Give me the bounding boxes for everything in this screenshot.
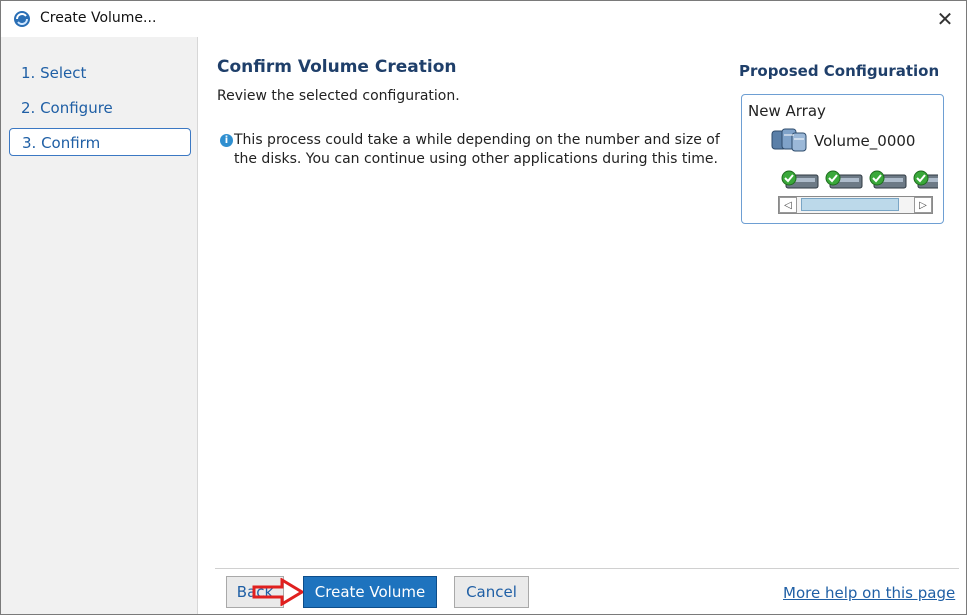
step-configure[interactable]: 2. Configure: [9, 94, 191, 122]
window-title: Create Volume...: [40, 10, 157, 26]
step-confirm[interactable]: 3. Confirm: [9, 128, 191, 156]
page-subtitle: Review the selected configuration.: [217, 88, 460, 104]
disk-check-icon: [869, 170, 907, 189]
volume-icon: [771, 128, 807, 152]
disk-list: [780, 169, 938, 191]
proposed-configuration-panel: New Array Volume_0000 ◁ ▷: [741, 94, 944, 224]
wizard-steps-sidebar: 1. Select 2. Configure 3. Confirm: [1, 37, 198, 614]
more-help-link[interactable]: More help on this page: [783, 584, 955, 602]
page-title: Confirm Volume Creation: [217, 57, 457, 77]
disk-check-icon: [825, 170, 863, 189]
scroll-right-icon[interactable]: ▷: [914, 197, 932, 213]
disk-check-icon: [913, 170, 938, 189]
create-volume-dialog: Create Volume... ✕ 1. Select 2. Configur…: [0, 0, 967, 615]
app-icon: [14, 11, 30, 27]
scroll-thumb[interactable]: [801, 198, 899, 211]
cancel-button[interactable]: Cancel: [454, 576, 529, 608]
scroll-left-icon[interactable]: ◁: [779, 197, 797, 213]
disk-check-icon: [781, 170, 819, 189]
title-bar: Create Volume... ✕: [1, 1, 966, 37]
create-volume-button[interactable]: Create Volume: [303, 576, 437, 608]
footer-divider: [215, 568, 959, 569]
info-message: This process could take a while dependin…: [234, 132, 720, 167]
annotation-arrow-icon: [252, 578, 305, 606]
array-label: New Array: [748, 102, 826, 120]
disk-horizontal-scrollbar[interactable]: ◁ ▷: [778, 196, 933, 214]
proposed-configuration-title: Proposed Configuration: [739, 62, 940, 80]
close-button[interactable]: ✕: [930, 5, 960, 33]
step-select[interactable]: 1. Select: [9, 59, 191, 87]
info-icon: i: [220, 134, 233, 147]
volume-label: Volume_0000: [814, 132, 916, 150]
